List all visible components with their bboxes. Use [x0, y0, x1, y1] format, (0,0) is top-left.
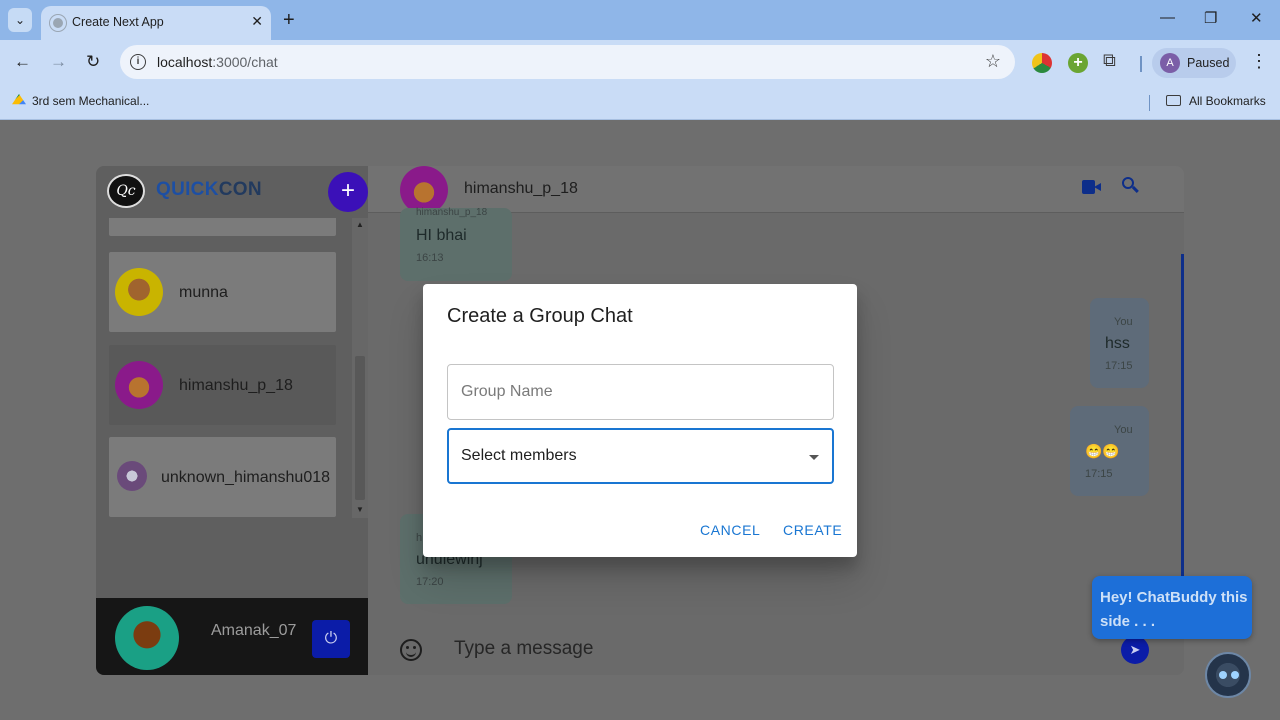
message-input[interactable] — [454, 637, 1054, 661]
create-button[interactable]: CREATE — [783, 522, 842, 538]
contact-name: himanshu_p_18 — [179, 377, 293, 394]
browser-tab-strip: ⌄ Create Next App ✕ + — ❐ ✕ — [0, 0, 1280, 40]
app-logo: Qc — [107, 174, 145, 208]
scrollbar-thumb[interactable] — [355, 356, 365, 500]
tab-title: Create Next App — [72, 15, 164, 29]
contact-item-unknown[interactable]: unknown_himanshu018 — [109, 437, 336, 517]
profile-button[interactable]: A Paused — [1152, 48, 1236, 78]
emoji-icon[interactable] — [400, 639, 422, 661]
message-sender: You — [1114, 424, 1133, 436]
logout-button[interactable]: ⏻ — [312, 620, 350, 658]
all-bookmarks[interactable]: All Bookmarks — [1166, 94, 1266, 108]
tab-search-chevron-icon[interactable]: ⌄ — [8, 8, 32, 32]
browser-tab[interactable]: Create Next App ✕ — [41, 6, 271, 40]
message-bubble: You 😁😁 17:15 — [1070, 406, 1149, 496]
profile-status: Paused — [1187, 56, 1230, 70]
url-text[interactable]: localhost:3000/chat — [157, 54, 278, 70]
dialog-title: Create a Group Chat — [447, 305, 633, 327]
bookmarks-divider — [1149, 95, 1150, 111]
message-text: hss — [1105, 335, 1130, 352]
contact-name: unknown_himanshu018 — [161, 469, 331, 486]
contact-list: munna himanshu_p_18 unknown_himanshu018 — [108, 218, 336, 518]
scroll-down-icon[interactable]: ▼ — [356, 505, 364, 514]
members-select[interactable]: Select members — [447, 428, 834, 484]
message-time: 17:20 — [416, 576, 444, 588]
bookmark-item[interactable]: 3rd sem Mechanical... — [12, 94, 149, 108]
folder-icon — [1166, 95, 1181, 106]
chatbuddy-text: Hey! ChatBuddy this side . . . — [1100, 589, 1248, 630]
contact-item-himanshu[interactable]: himanshu_p_18 — [109, 345, 336, 425]
current-user-name: Amanak_07 — [211, 622, 297, 639]
message-sender: You — [1114, 316, 1133, 328]
message-text: 😁😁 — [1085, 443, 1120, 459]
extensions-puzzle-icon[interactable]: ⧉ — [1103, 50, 1123, 70]
forward-icon[interactable]: → — [50, 52, 67, 72]
message-composer: ➤ — [368, 624, 1184, 675]
sidebar: Qc QUICKCON + munna himanshu_p_18 unknow… — [96, 166, 368, 675]
globe-icon — [50, 15, 66, 31]
message-sender: h — [416, 532, 423, 544]
contact-item-munna[interactable]: munna — [109, 252, 336, 332]
avatar — [117, 461, 147, 491]
profile-avatar: A — [1160, 53, 1180, 73]
extension-plus-icon[interactable]: + — [1068, 53, 1088, 73]
create-group-button[interactable]: + — [328, 172, 368, 212]
reload-icon[interactable]: ↻ — [86, 52, 100, 72]
bookmarks-bar: 3rd sem Mechanical... All Bookmarks — [0, 86, 1280, 120]
contact-name: munna — [179, 284, 228, 301]
site-info-icon[interactable]: i — [130, 54, 146, 70]
address-bar[interactable]: i localhost:3000/chat ☆ — [120, 45, 1015, 79]
restore-icon[interactable]: ❐ — [1204, 9, 1217, 27]
new-tab-icon[interactable]: + — [283, 8, 295, 32]
chat-header: himanshu_p_18 — [368, 166, 1184, 214]
chatbuddy-robot-icon[interactable] — [1205, 652, 1251, 698]
minimize-icon[interactable]: — — [1160, 9, 1175, 26]
extension-colorful-icon[interactable] — [1032, 53, 1052, 73]
chatbuddy-bubble[interactable]: Hey! ChatBuddy this side . . . — [1092, 576, 1252, 639]
dropdown-caret-icon[interactable] — [809, 455, 819, 460]
members-select-value: Select members — [461, 447, 577, 464]
close-tab-icon[interactable]: ✕ — [251, 13, 263, 30]
cancel-button[interactable]: CANCEL — [700, 522, 760, 538]
message-bubble: himanshu_p_18 HI bhai 16:13 — [400, 207, 512, 281]
google-drive-icon — [12, 94, 26, 105]
message-time: 17:15 — [1085, 468, 1113, 480]
message-time: 16:13 — [416, 252, 444, 264]
close-window-icon[interactable]: ✕ — [1250, 9, 1263, 27]
send-button[interactable]: ➤ — [1121, 636, 1149, 664]
avatar — [115, 361, 163, 409]
browser-menu-icon[interactable]: ⋮ — [1250, 51, 1268, 72]
brand-title: QUICKCON — [156, 179, 262, 200]
group-name-input[interactable] — [461, 381, 821, 403]
search-icon[interactable] — [1122, 177, 1139, 193]
message-text: HI bhai — [416, 227, 467, 244]
group-name-field[interactable] — [447, 364, 834, 420]
avatar — [115, 268, 163, 316]
create-group-dialog: Create a Group Chat Select members CANCE… — [423, 284, 857, 557]
browser-toolbar: ← → ↻ i localhost:3000/chat ☆ + ⧉ A Paus… — [0, 40, 1280, 86]
toolbar-divider — [1140, 56, 1142, 72]
back-icon[interactable]: ← — [14, 52, 31, 72]
list-item[interactable] — [109, 218, 336, 236]
message-time: 17:15 — [1105, 360, 1133, 372]
avatar — [115, 606, 179, 670]
message-sender: himanshu_p_18 — [416, 207, 488, 218]
scroll-up-icon[interactable]: ▲ — [356, 220, 364, 229]
video-call-icon[interactable] — [1082, 180, 1102, 194]
contact-list-scrollbar[interactable]: ▲ ▼ — [352, 218, 368, 518]
chat-title: himanshu_p_18 — [464, 180, 578, 197]
bookmark-star-icon[interactable]: ☆ — [985, 51, 1001, 72]
message-bubble: You hss 17:15 — [1090, 298, 1149, 388]
current-user-bar: Amanak_07 ⏻ — [96, 598, 368, 675]
